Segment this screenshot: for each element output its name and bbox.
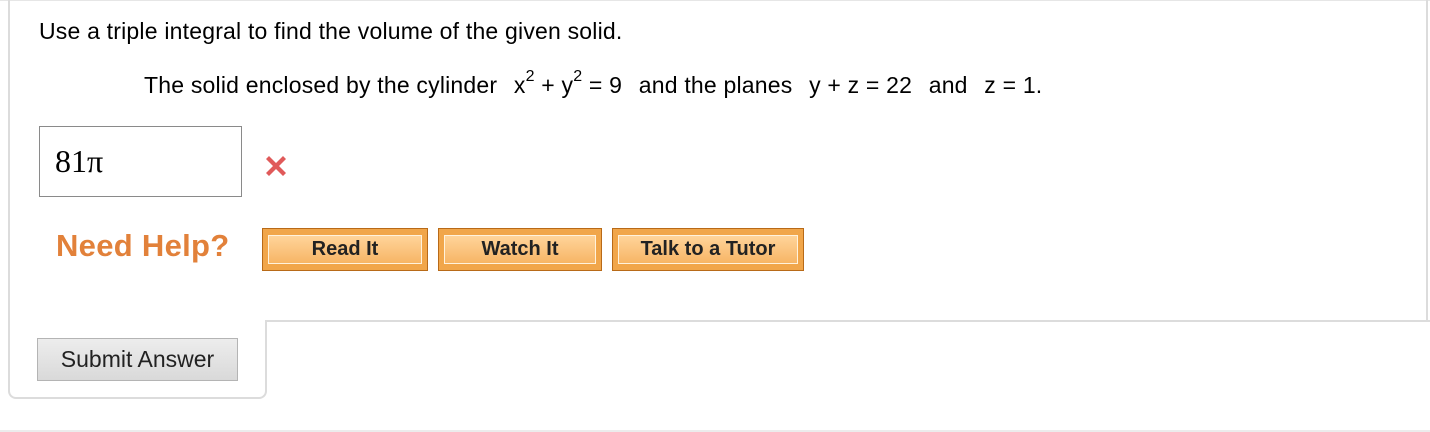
math-plane-z: z	[847, 72, 860, 98]
math-22: 22	[886, 72, 913, 98]
math-plane-y: y	[809, 72, 821, 98]
watch-it-button[interactable]: Watch It	[438, 228, 602, 271]
read-it-label: Read It	[268, 235, 422, 264]
math-nine: 9	[609, 72, 623, 98]
math-plus-1: +	[541, 72, 555, 98]
math-plus-2: +	[827, 72, 841, 98]
statement-text-1: The solid enclosed by the cylinder	[144, 72, 498, 98]
talk-to-tutor-button[interactable]: Talk to a Tutor	[612, 228, 804, 271]
statement-text-2: and the planes	[638, 72, 793, 98]
need-help-label: Need Help?	[56, 228, 230, 263]
talk-to-tutor-label: Talk to a Tutor	[618, 235, 798, 264]
question-frame: Use a triple integral to find the volume…	[0, 0, 1430, 432]
math-exp-1: 2	[525, 68, 535, 86]
math-eq-2: =	[865, 72, 880, 98]
read-it-button[interactable]: Read It	[262, 228, 428, 271]
lower-divider	[265, 320, 1430, 322]
watch-it-label: Watch It	[444, 235, 596, 264]
question-prompt: Use a triple integral to find the volume…	[39, 18, 623, 44]
incorrect-x-icon	[266, 156, 286, 176]
math-plane2-z: z	[984, 72, 996, 98]
math-eq-3: =	[1002, 72, 1017, 98]
problem-statement: The solid enclosed by the cylinder x2 + …	[144, 69, 1043, 99]
submit-answer-button[interactable]: Submit Answer	[37, 338, 238, 381]
statement-and: and	[928, 72, 968, 98]
math-exp-2: 2	[573, 68, 583, 86]
math-y: y	[561, 72, 574, 98]
math-one: 1.	[1022, 72, 1043, 98]
answer-input[interactable]: 81π	[39, 126, 242, 197]
math-x: x	[513, 72, 526, 98]
math-eq-1: =	[588, 72, 603, 98]
answer-value: 81π	[55, 143, 104, 179]
